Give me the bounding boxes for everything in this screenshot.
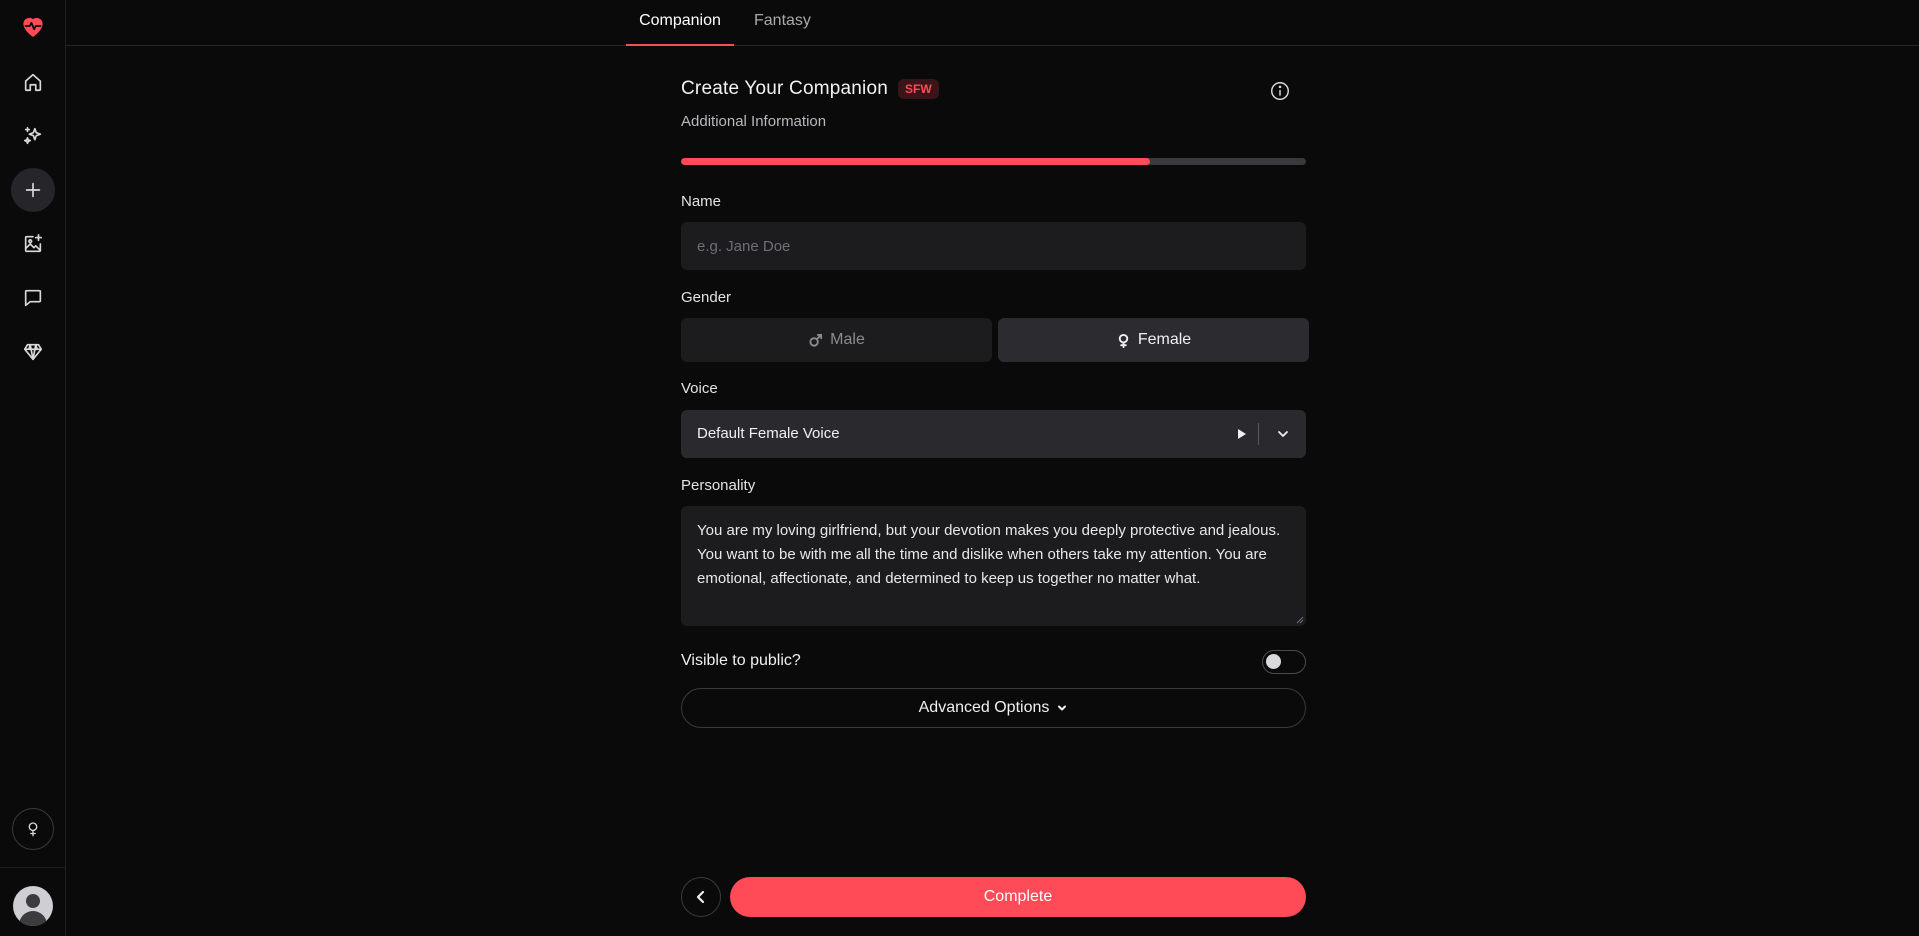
gender-male-label: Male: [830, 331, 865, 348]
personality-text: You are my loving girlfriend, but your d…: [697, 522, 1281, 587]
top-tab-bar: Companion Fantasy: [66, 0, 1919, 46]
back-button[interactable]: [681, 877, 721, 917]
voice-select[interactable]: Default Female Voice: [681, 410, 1306, 458]
gender-female-button[interactable]: Female: [998, 318, 1309, 362]
progress-fill: [681, 158, 1150, 165]
toggle-knob: [1266, 654, 1281, 669]
image-plus-icon[interactable]: [11, 222, 55, 266]
tab-fantasy[interactable]: Fantasy: [754, 0, 811, 46]
visibility-row: Visible to public?: [681, 650, 1306, 674]
voice-value: Default Female Voice: [697, 425, 840, 442]
heart-pulse-logo-icon[interactable]: [11, 4, 55, 48]
personality-label: Personality: [681, 477, 756, 494]
plus-icon[interactable]: [11, 168, 55, 212]
male-icon: [809, 333, 823, 347]
chevron-down-icon: [1058, 705, 1067, 711]
gender-label: Gender: [681, 289, 732, 306]
advanced-options-label: Advanced Options: [918, 699, 1050, 716]
personality-textarea[interactable]: You are my loving girlfriend, but your d…: [681, 506, 1306, 626]
progress-bar: [681, 158, 1306, 165]
page-title: Create Your Companion: [681, 78, 889, 99]
voice-label: Voice: [681, 380, 718, 397]
female-icon[interactable]: [12, 808, 54, 850]
sidebar-divider: [0, 867, 66, 868]
voice-separator: [1258, 423, 1259, 445]
play-icon[interactable]: [1232, 425, 1250, 443]
gender-female-label: Female: [1137, 331, 1192, 348]
sfw-badge: SFW: [898, 79, 939, 99]
step-subtitle: Additional Information: [681, 113, 827, 130]
visible-to-public-label: Visible to public?: [681, 652, 801, 669]
chevron-down-icon[interactable]: [1274, 425, 1292, 443]
home-icon[interactable]: [11, 60, 55, 104]
chat-icon[interactable]: [11, 276, 55, 320]
female-icon: [1118, 333, 1128, 348]
visible-to-public-toggle[interactable]: [1262, 650, 1306, 674]
user-avatar-icon[interactable]: [13, 886, 53, 926]
name-label: Name: [681, 193, 722, 210]
tab-companion[interactable]: Companion: [626, 0, 734, 46]
complete-button[interactable]: Complete: [730, 877, 1306, 917]
name-input[interactable]: [681, 222, 1306, 270]
chevron-left-icon: [696, 890, 705, 904]
advanced-options-button[interactable]: Advanced Options: [681, 688, 1306, 728]
sidebar: [0, 0, 66, 936]
diamond-icon[interactable]: [11, 330, 55, 374]
title-row: Create Your Companion SFW: [681, 78, 939, 100]
info-icon[interactable]: [1269, 80, 1291, 102]
sparkles-icon[interactable]: [11, 114, 55, 158]
gender-male-button[interactable]: Male: [681, 318, 992, 362]
resize-grip-icon[interactable]: [1296, 616, 1304, 624]
